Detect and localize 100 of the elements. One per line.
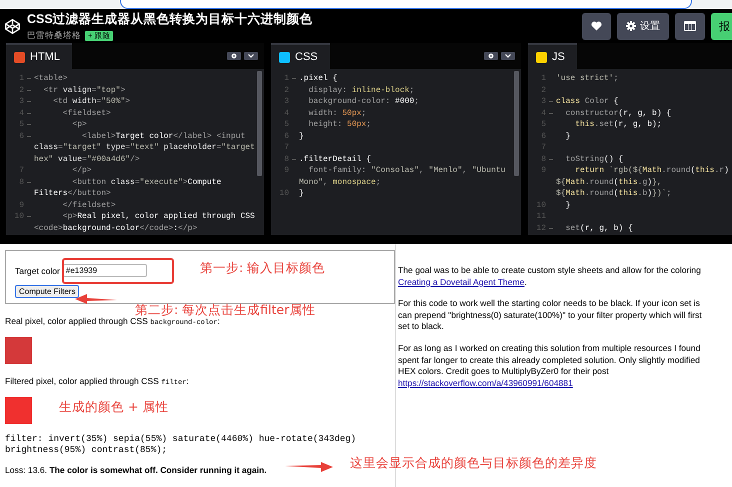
line-number: 4	[18, 108, 24, 119]
line-number: 7	[540, 142, 546, 154]
line-number: 1	[540, 73, 546, 84]
layout-button[interactable]	[675, 12, 705, 40]
line-number: 6	[540, 130, 546, 142]
annotation-text: 这里会显示合成的颜色与目标颜色的差异度	[350, 455, 597, 472]
layout-icon	[684, 21, 696, 31]
code-line: <fieldset>	[62, 108, 111, 119]
line-number: 2	[18, 84, 24, 96]
line-number: 10	[13, 211, 24, 222]
code-line: }	[564, 200, 570, 211]
code-line: return `rgb(${Math.round(this.r)	[574, 165, 729, 176]
cube-logo-icon[interactable]	[4, 18, 21, 34]
compute-filters-button[interactable]: Compute Filters	[15, 285, 80, 298]
target-color-input[interactable]: #e13939	[62, 264, 147, 277]
line-number: 2	[283, 84, 289, 96]
line-number: 7	[283, 142, 289, 154]
code-line: <code>background-color</code>:</p>	[34, 222, 198, 234]
code-line: background-color: #000;	[308, 96, 420, 108]
line-number: 10	[535, 200, 546, 211]
code-line: }	[299, 130, 304, 142]
description-text: HEX colors. Credit goes to MultiplyByZer0 for their post	[398, 366, 610, 378]
line-number: 7	[18, 165, 24, 176]
description-text: For this code to work well the starting color needs to be black. If your icon set is	[398, 298, 701, 310]
line-number: 5	[540, 119, 546, 130]
annotation-text: 第一步: 输入目标颜色	[200, 260, 326, 277]
line-number: 4	[283, 108, 289, 119]
annotation-text: 生成的颜色 + 属性	[59, 399, 168, 416]
link-line: Creating a Dovetail Agent Theme.	[398, 276, 528, 288]
description-text: spent far longer to create this already completed solution. Only slightly modified	[398, 354, 701, 366]
line-number: 5	[18, 119, 24, 130]
code-line: ${Math.round(this.g)},	[556, 176, 662, 188]
line-number: 11	[535, 211, 546, 222]
code-line: hex" value="#00a4d6"/>	[34, 154, 140, 165]
line-number: 12	[535, 222, 546, 234]
code-line: class Color {	[556, 96, 618, 108]
description-text: The goal was to be able to create custom style sheets and allow for the coloring	[398, 265, 702, 277]
code-line: <p>	[71, 119, 87, 130]
code-line: set(r, g, b) {	[564, 222, 633, 234]
line-number: 1	[18, 73, 24, 84]
line-number: 9	[540, 165, 546, 176]
line-number: 9	[283, 165, 289, 176]
line-number: 10	[278, 188, 289, 200]
settings-button[interactable]	[227, 52, 241, 60]
scrollbar-thumb[interactable]	[257, 71, 262, 176]
code-line: this.set(r, g, b);	[574, 119, 662, 130]
code-line: Mono", monospace;	[299, 176, 381, 188]
description-text: For as long as I worked on creating this solution from multiple resources I found	[398, 342, 702, 355]
scrollbar-thumb[interactable]	[514, 71, 519, 176]
code-line: class="target" type="text" placeholder="target	[34, 142, 255, 154]
editor-tab[interactable]: HTML	[6, 43, 72, 69]
author-name[interactable]: 巴雷特桑塔格	[27, 30, 81, 42]
signup-button[interactable]: 报	[711, 12, 732, 40]
description-text: set to black.	[398, 321, 445, 333]
settings-button[interactable]: 设置	[617, 12, 669, 40]
code-line: <tr valign="top">	[42, 84, 126, 96]
annotation-text: 第二步: 每次点击生成filter属性	[135, 302, 316, 318]
address-bar[interactable]	[120, 0, 692, 9]
link[interactable]: Creating a Dovetail Agent Theme	[398, 276, 524, 287]
collapse-button[interactable]	[244, 52, 258, 60]
html-badge-icon	[14, 52, 25, 62]
line-number: 5	[283, 119, 289, 130]
collapse-button[interactable]	[501, 52, 515, 60]
code-line: <p>Real pixel, color applied through CSS	[62, 211, 255, 222]
line-number: 8	[18, 176, 24, 188]
filter-css-line: filter: invert(35%) sepia(55%) saturate(4460%) hue-rotate(343deg)	[5, 434, 356, 445]
css-badge-icon	[279, 52, 290, 62]
code-line: constructor(r, g, b) {	[564, 108, 672, 119]
code-line: }	[564, 130, 570, 142]
code-line: </p>	[71, 165, 92, 176]
editor-tab[interactable]: JS	[528, 43, 577, 69]
code-line: width: 50px;	[308, 108, 366, 119]
heart-button[interactable]	[582, 12, 611, 40]
line-number: 3	[283, 96, 289, 108]
editor-tab[interactable]: CSS	[271, 43, 330, 69]
settings-icon	[626, 21, 636, 31]
code-line: .filterDetail {	[299, 154, 372, 165]
chevron-down-icon	[248, 54, 254, 58]
code-line: display: inline-block;	[308, 84, 414, 96]
line-number: 6	[283, 130, 289, 142]
settings-icon	[488, 53, 494, 59]
code-line: }	[299, 188, 304, 200]
pen-title: CSS过滤器生成器从黑色转换为目标十六进制颜色	[27, 10, 314, 28]
code-line: ${Math.round(this.b)})`;	[556, 188, 672, 200]
code-line: toString() {	[564, 154, 624, 165]
code-line: </fieldset>	[62, 200, 116, 211]
settings-button[interactable]	[484, 52, 498, 60]
line-number: 3	[18, 96, 24, 108]
code-line: <table>	[34, 73, 68, 84]
code-line: font-family: "Consolas", "Menlo", "Ubuntu	[308, 165, 506, 176]
code-line: Filters</button>	[34, 188, 111, 200]
code-line: 'use strict';	[556, 73, 618, 84]
chevron-down-icon	[505, 54, 511, 58]
code-line: <button class="execute">Compute	[71, 176, 222, 188]
line-number: 9	[18, 200, 24, 211]
line-number: 8	[540, 154, 546, 165]
target-color-label: Target color	[15, 266, 60, 276]
code-line: <label>Target color</label> <input	[81, 130, 246, 142]
link[interactable]: https://stackoverflow.com/a/43960991/604881	[398, 378, 573, 390]
code-line: height: 50px;	[308, 119, 372, 130]
